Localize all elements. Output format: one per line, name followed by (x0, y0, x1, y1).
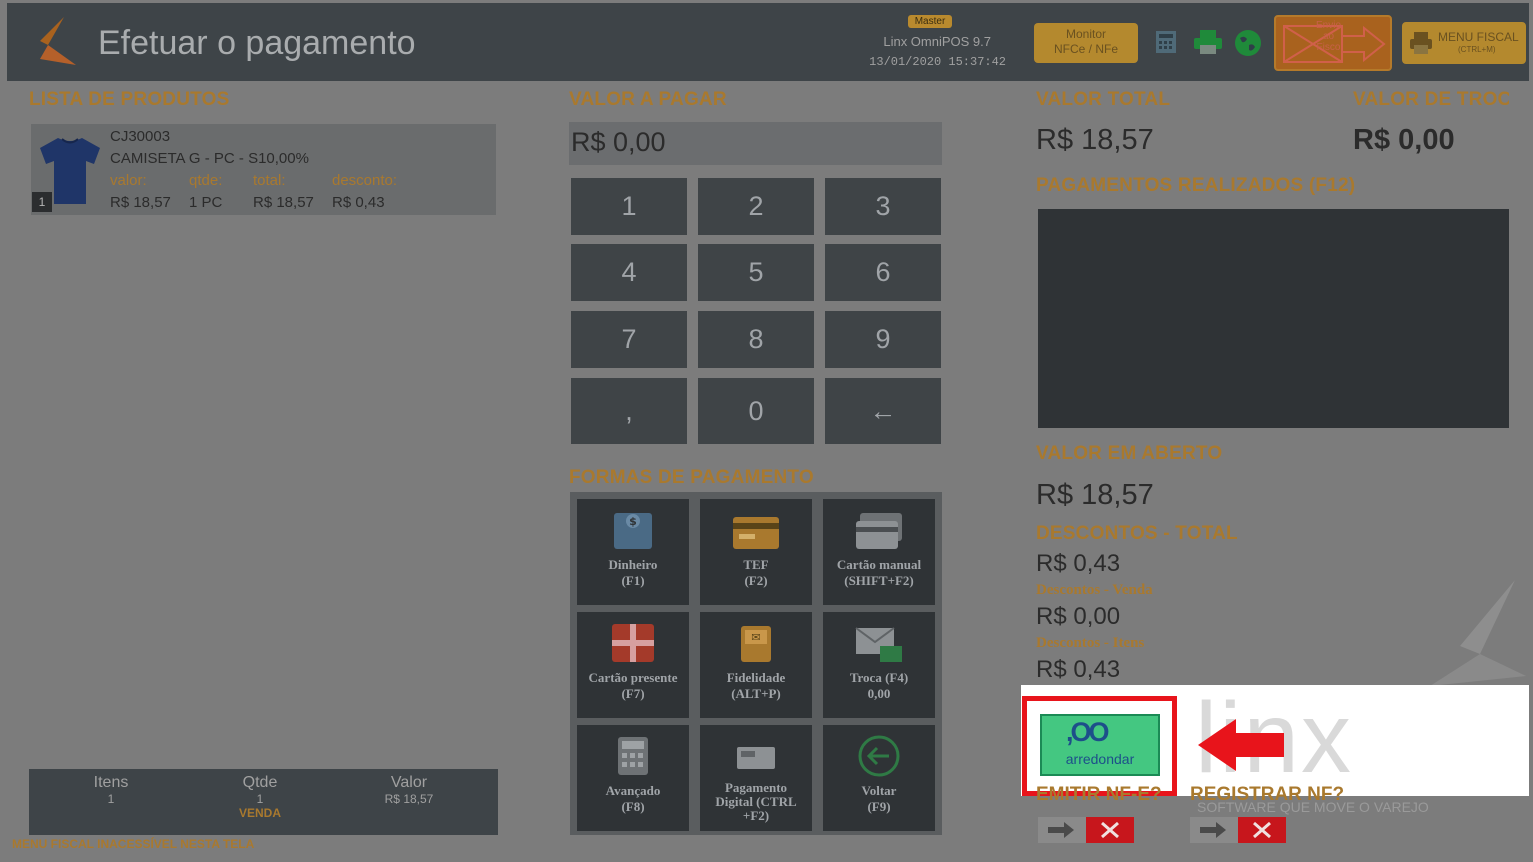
svg-text:$: $ (629, 515, 637, 528)
change-value-title: VALOR DE TROCO (1353, 89, 1509, 110)
user-role-badge: Master (908, 15, 952, 28)
product-desconto: R$ 0,43 (332, 194, 385, 211)
products-title: LISTA DE PRODUTOS (29, 89, 230, 110)
product-desconto-label: desconto: (332, 172, 398, 189)
open-value: R$ 18,57 (1036, 479, 1154, 511)
cart-summary: Itens 1 Qtde 1 VENDA Valor R$ 18,57 (29, 769, 498, 835)
payments-made-title[interactable]: PAGAMENTOS REALIZADOS (F12) (1036, 175, 1355, 197)
payments-made-list[interactable] (1038, 209, 1509, 428)
discounts-items-label: Descontos - Itens (1036, 635, 1145, 651)
menu-fiscal-label: MENU FISCAL (1438, 30, 1519, 44)
cash-icon: $ (614, 513, 652, 549)
pay-digital-button[interactable]: Pagamento Digital (CTRL +F2) (700, 725, 812, 831)
payment-methods-title: FORMAS DE PAGAMENTO (569, 467, 814, 488)
monitor-label: Monitor (1065, 27, 1106, 41)
summary-qtde: Qtde 1 VENDA (185, 774, 335, 820)
product-valor: R$ 18,57 (110, 194, 171, 211)
key-7[interactable]: 7 (571, 311, 687, 368)
key-2[interactable]: 2 (698, 178, 814, 235)
emit-nfe-label: EMITIR NF-E? (1036, 784, 1162, 805)
pay-voltar-button[interactable]: Voltar (F9) (823, 725, 935, 831)
send-to-fisco-button[interactable]: Envio ao Fisco (1274, 15, 1392, 71)
product-code: CJ30003 (110, 128, 171, 145)
menu-fiscal-shortcut: (CTRL+M) (1458, 45, 1496, 54)
register-nf-toggle[interactable] (1190, 817, 1286, 843)
change-value: R$ 0,00 (1353, 124, 1455, 156)
key-1[interactable]: 1 (571, 178, 687, 235)
menu-fiscal-button[interactable]: MENU FISCAL (CTRL+M) (1402, 22, 1526, 64)
product-total: R$ 18,57 (253, 194, 314, 211)
calculator-icon[interactable] (1153, 29, 1179, 55)
send-to-fisco-label: Envio ao Fisco (1316, 20, 1342, 53)
discounts-sale-label: Descontos - Venda (1036, 582, 1153, 598)
product-qtde: 1 PC (189, 194, 223, 211)
total-value-title: VALOR TOTAL (1036, 89, 1171, 110)
printer-icon[interactable] (1192, 29, 1224, 55)
highlight-frame (1022, 696, 1177, 796)
key-0[interactable]: 0 (698, 378, 814, 444)
sale-type: VENDA (238, 806, 281, 820)
discounts-total-title: DESCONTOS - TOTAL (1036, 523, 1238, 544)
monitor-nfce-button[interactable]: Monitor NFCe / NFe (1034, 23, 1138, 63)
key-4[interactable]: 4 (571, 244, 687, 301)
pointer-arrow-icon (1198, 719, 1284, 771)
key-8[interactable]: 8 (698, 311, 814, 368)
product-valor-label: valor: (110, 172, 147, 189)
pay-tef-button[interactable]: TEF (F2) (700, 499, 812, 605)
key-comma[interactable]: , (571, 378, 687, 444)
discounts-sale-value: R$ 0,00 (1036, 603, 1121, 630)
pay-troca-button[interactable]: Troca (F4) 0,00 (823, 612, 935, 718)
pay-fidelidade-button[interactable]: ✉ Fidelidade (ALT+P) (700, 612, 812, 718)
value-to-pay-input[interactable]: R$ 0,00 (569, 122, 942, 165)
monitor-sublabel: NFCe / NFe (1053, 42, 1118, 56)
total-value: R$ 18,57 (1036, 124, 1154, 156)
key-6[interactable]: 6 (825, 244, 941, 301)
discounts-items-value: R$ 0,43 (1036, 656, 1121, 683)
value-to-pay-title: VALOR A PAGAR (569, 89, 727, 110)
digital-payment-icon (737, 747, 775, 769)
page-title: Efetuar o pagamento (98, 24, 416, 62)
key-9[interactable]: 9 (825, 311, 941, 368)
brand-watermark-icon (1430, 580, 1526, 686)
svg-text:✉: ✉ (751, 631, 760, 644)
summary-itens: Itens 1 (93, 774, 129, 806)
datetime: 13/01/2020 15:37:42 (869, 55, 1006, 69)
product-index: 1 (32, 192, 52, 212)
key-backspace[interactable]: ← (825, 378, 941, 444)
pay-cartao-presente-button[interactable]: Cartão presente (F7) (577, 612, 689, 718)
calculator-icon (618, 737, 648, 775)
product-name: CAMISETA G - PC - S10,00% (110, 150, 309, 167)
product-qtde-label: qtde: (189, 172, 223, 189)
app-logo-icon (32, 17, 76, 65)
product-total-label: total: (253, 172, 286, 189)
exchange-basket-icon (855, 627, 902, 662)
pay-dinheiro-button[interactable]: $ Dinheiro (F1) (577, 499, 689, 605)
card-icon (733, 517, 779, 549)
brand-slogan: SOFTWARE QUE MOVE O VAREJO (1197, 799, 1429, 815)
back-arrow-icon (858, 735, 900, 777)
pay-cartao-manual-button[interactable]: Cartão manual (SHIFT+F2) (823, 499, 935, 605)
key-5[interactable]: 5 (698, 244, 814, 301)
summary-valor: Valor R$ 18,57 (384, 774, 434, 806)
key-3[interactable]: 3 (825, 178, 941, 235)
globe-icon[interactable] (1234, 29, 1262, 57)
manual-card-icon (856, 513, 902, 549)
printer-icon (1410, 32, 1432, 54)
emit-nfe-toggle[interactable] (1038, 817, 1134, 843)
fiscal-menu-notice: MENU FISCAL INACESSÍVEL NESTA TELA (12, 837, 255, 851)
open-value-title: VALOR EM ABERTO (1036, 443, 1223, 464)
app-version: Linx OmniPOS 9.7 (883, 34, 991, 49)
loyalty-icon: ✉ (741, 626, 771, 662)
discounts-total-value: R$ 0,43 (1036, 550, 1121, 577)
gift-card-icon (612, 624, 654, 662)
pay-avancado-button[interactable]: Avançado (F8) (577, 725, 689, 831)
